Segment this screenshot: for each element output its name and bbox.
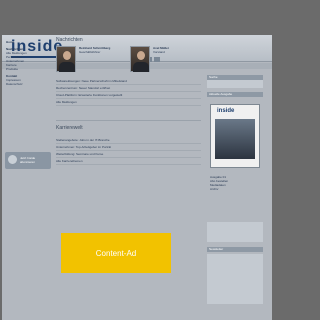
magazine-cover[interactable]: inside [210,104,260,168]
person-info: Reinhard Schmittberg Geschäftsführer [79,46,110,72]
sidebar-item-produkte[interactable]: Produkte [6,67,52,71]
content-ad-banner[interactable]: Content-Ad [61,233,171,273]
right-sidebar: Suche Aktuelle Ausgabe [207,75,263,97]
person-card[interactable]: Axel Müller Vorstand [130,46,198,72]
newsletter-box [207,254,263,304]
newsletter-box-title: Newsletter [207,247,263,252]
subscribe-promo-button[interactable]: Jetzt Inside abonnieren [5,152,51,169]
person-role: Geschäftsführer [79,50,101,54]
magazine-logo: inside [217,108,235,114]
person-photo [56,46,76,72]
magazine-cover-image [215,119,255,159]
main-content: Nachrichten Reinhard Schmittberg Geschäf… [56,37,201,165]
news-link[interactable]: Rechenzentrum: Neuer Standort eröffnet [56,85,201,92]
magazine-link[interactable]: Archiv [210,187,262,191]
sidebar-item-home[interactable]: Home [6,40,52,44]
promo-label: Jetzt Inside abonnieren [20,156,36,164]
magazine-box-title: Aktuelle Ausgabe [207,92,263,97]
search-input[interactable] [207,80,263,88]
person-photo [130,46,150,72]
sidebar-nav: Home Nachrichten Alle Meldungen Personal… [6,37,52,86]
person-card[interactable]: Reinhard Schmittberg Geschäftsführer [56,46,124,72]
all-news-link[interactable]: Alle Meldungen [56,99,201,106]
section-divider [56,120,201,121]
news-section-title: Nachrichten [56,37,83,43]
all-career-link[interactable]: Alle Karrierethemen [56,158,201,165]
career-link[interactable]: Weiterbildung: Seminare und Kurse [56,151,201,158]
people-row: Reinhard Schmittberg Geschäftsführer Axe… [56,46,201,72]
career-link[interactable]: Stellenangebote: Jobs in der IT-Branche [56,137,201,144]
news-list: Softwarelösungen: Neue Partnerschaft im … [56,78,201,106]
person-info: Axel Müller Vorstand [153,46,169,72]
sidebar-box [207,222,263,242]
news-link[interactable]: Cloud-Plattform: Erweiterte Funktionen v… [56,92,201,99]
news-link[interactable]: Softwarelösungen: Neue Partnerschaft im … [56,78,201,85]
magazine-links: Ausgabe 01 Abo bestellen Mediadaten Arch… [210,175,262,191]
sidebar-item-datenschutz[interactable]: Datenschutz [6,82,52,86]
person-role: Vorstand [153,50,165,54]
career-list: Stellenangebote: Jobs in der IT-Branche … [56,137,201,165]
career-section-title: Karrierewelt [56,125,83,131]
subscribe-icon [8,155,17,164]
career-link[interactable]: Unternehmen: Top-Arbeitgeber im Porträt [56,144,201,151]
